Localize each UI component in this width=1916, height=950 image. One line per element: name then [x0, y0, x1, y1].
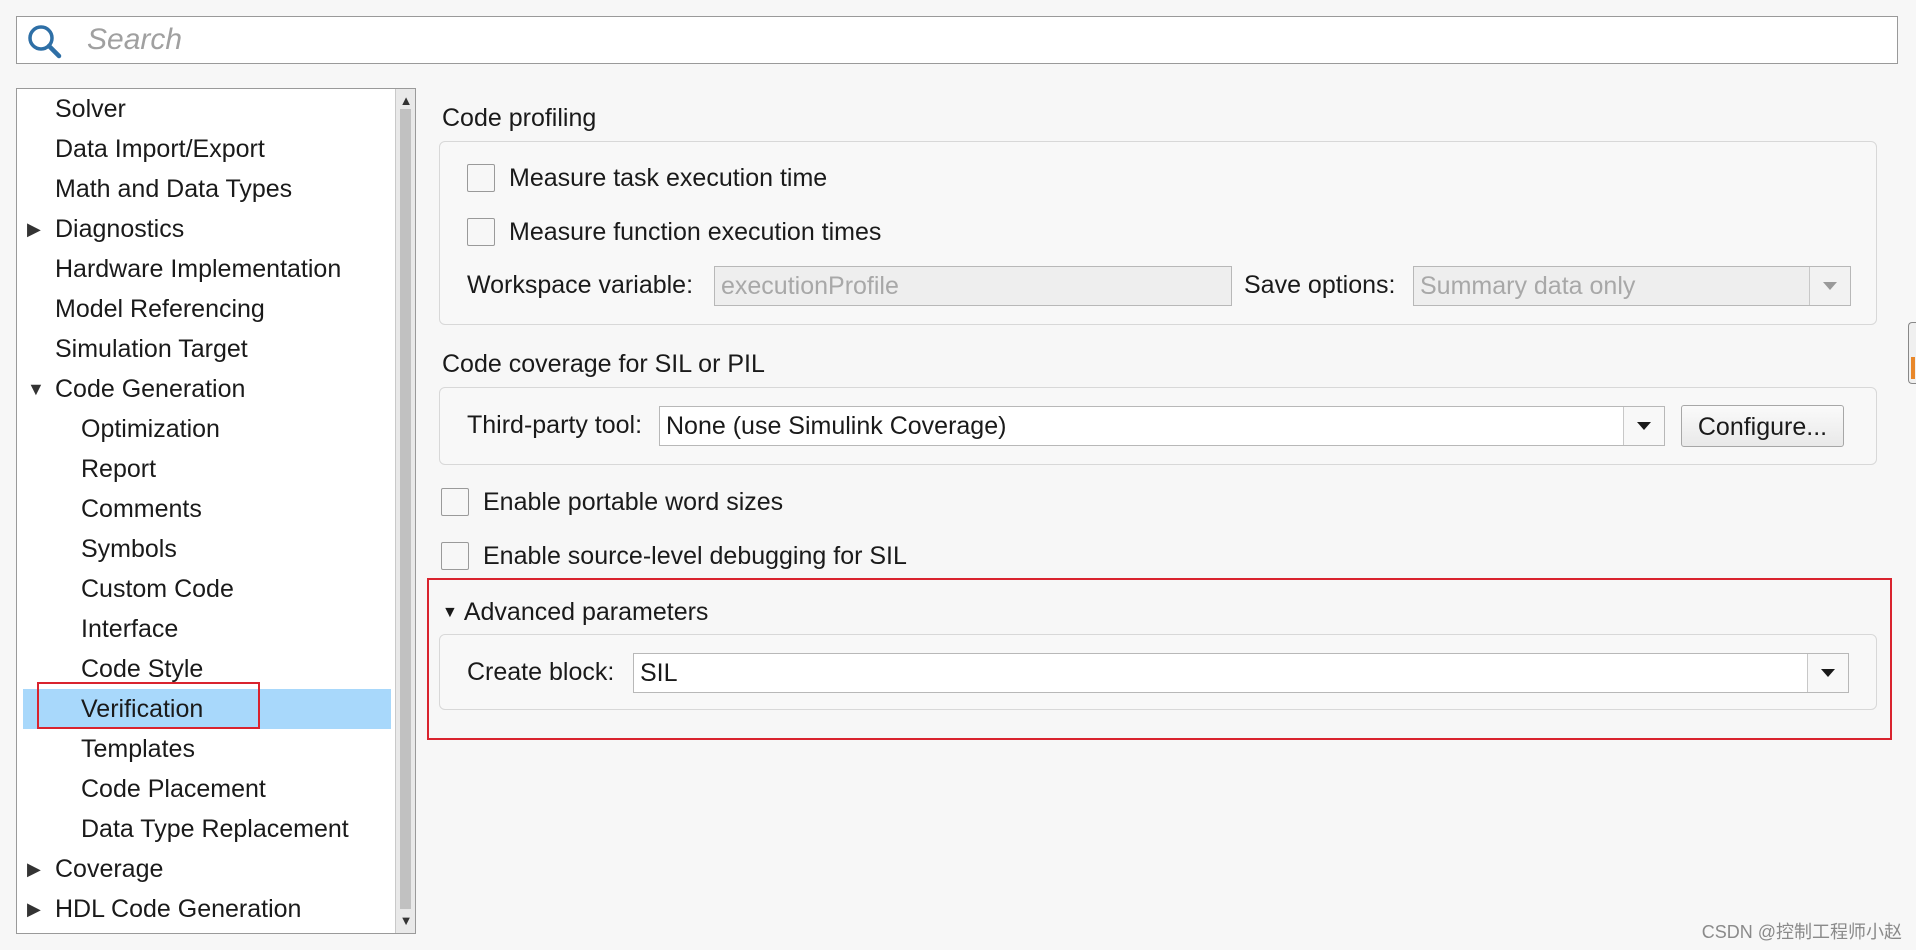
advanced-parameters-group: Create block: SIL [439, 634, 1877, 710]
code-profiling-group: Measure task execution time Measure func… [439, 141, 1877, 325]
tree-item-interface[interactable]: Interface [81, 609, 178, 649]
measure-function-label: Measure function execution times [509, 218, 882, 246]
save-options-value: Summary data only [1420, 272, 1636, 300]
tree-item-verification[interactable]: Verification [81, 689, 203, 729]
tree-item-data-import-export[interactable]: Data Import/Export [55, 129, 265, 169]
tree-item-model-referencing[interactable]: Model Referencing [55, 289, 265, 329]
tree-item-code-style[interactable]: Code Style [81, 649, 203, 689]
expand-arrow-icon[interactable]: ▶ [27, 849, 43, 889]
code-profiling-title: Code profiling [442, 104, 597, 132]
tree-item-coverage[interactable]: ▶ Coverage [17, 849, 163, 889]
save-options-select[interactable]: Summary data only [1413, 266, 1851, 306]
create-block-dropdown-button[interactable] [1807, 654, 1848, 692]
tree-item-diagnostics[interactable]: ▶ Diagnostics [17, 209, 184, 249]
third-party-tool-dropdown-button[interactable] [1623, 407, 1664, 445]
save-options-dropdown-button[interactable] [1809, 267, 1850, 305]
third-party-tool-label: Third-party tool: [467, 411, 643, 439]
code-coverage-title: Code coverage for SIL or PIL [442, 350, 765, 378]
search-input[interactable] [71, 17, 1887, 63]
collapse-arrow-icon: ▼ [442, 604, 458, 621]
save-options-label: Save options: [1244, 271, 1396, 299]
portable-word-sizes-label: Enable portable word sizes [483, 488, 784, 516]
search-icon [28, 25, 62, 59]
side-panel-handle[interactable] [1908, 322, 1916, 384]
expand-arrow-icon[interactable]: ▶ [27, 889, 43, 929]
workspace-variable-field[interactable]: executionProfile [714, 266, 1232, 306]
scroll-down-icon[interactable]: ▼ [396, 911, 415, 931]
tree-item-custom-code[interactable]: Custom Code [81, 569, 234, 609]
tree-item-optimization[interactable]: Optimization [81, 409, 220, 449]
chevron-down-icon [1637, 422, 1651, 430]
tree-item-simulation-target[interactable]: Simulation Target [55, 329, 248, 369]
category-tree: Solver Data Import/Export Math and Data … [16, 88, 416, 934]
tree-item-hdl-code-generation[interactable]: ▶ HDL Code Generation [17, 889, 301, 929]
tree-item-symbols[interactable]: Symbols [81, 529, 177, 569]
code-coverage-group: Third-party tool: None (use Simulink Cov… [439, 387, 1877, 465]
tree-item-comments[interactable]: Comments [81, 489, 202, 529]
source-level-debugging-checkbox[interactable] [441, 542, 469, 570]
scrollbar-thumb[interactable] [400, 109, 411, 909]
create-block-label: Create block: [467, 658, 615, 686]
handle-accent [1911, 357, 1915, 379]
configure-button[interactable]: Configure... [1681, 405, 1844, 447]
tree-item-solver[interactable]: Solver [55, 89, 126, 129]
portable-word-sizes-checkbox[interactable] [441, 488, 469, 516]
chevron-down-icon [1823, 282, 1837, 290]
expand-arrow-icon[interactable]: ▶ [27, 209, 43, 249]
source-level-debugging-label: Enable source-level debugging for SIL [483, 542, 907, 570]
create-block-value: SIL [640, 659, 678, 687]
watermark-text: CSDN @控制工程师小赵 [1701, 922, 1902, 942]
measure-function-checkbox[interactable] [467, 218, 495, 246]
tree-item-hardware-implementation[interactable]: Hardware Implementation [55, 249, 341, 289]
advanced-parameters-title: Advanced parameters [463, 598, 709, 626]
tree-item-math-and-data-types[interactable]: Math and Data Types [55, 169, 292, 209]
tree-item-code-placement[interactable]: Code Placement [81, 769, 266, 809]
create-block-select[interactable]: SIL [633, 653, 1849, 693]
tree-item-templates[interactable]: Templates [81, 729, 195, 769]
chevron-down-icon [1821, 669, 1835, 677]
tree-item-code-generation[interactable]: ▼ Code Generation [17, 369, 245, 409]
tree-selection-highlight [23, 689, 391, 729]
advanced-parameters-toggle[interactable]: ▼ Advanced parameters [442, 598, 708, 627]
third-party-tool-select[interactable]: None (use Simulink Coverage) [659, 406, 1665, 446]
measure-task-label: Measure task execution time [509, 164, 828, 192]
scroll-up-icon[interactable]: ▲ [396, 91, 415, 111]
measure-task-checkbox[interactable] [467, 164, 495, 192]
tree-scrollbar[interactable]: ▲ ▼ [395, 89, 415, 933]
tree-item-data-type-replacement[interactable]: Data Type Replacement [81, 809, 349, 849]
third-party-tool-value: None (use Simulink Coverage) [666, 412, 1007, 440]
search-bar[interactable] [16, 16, 1898, 64]
workspace-variable-label: Workspace variable: [467, 271, 694, 299]
collapse-arrow-icon[interactable]: ▼ [27, 369, 45, 409]
tree-item-report[interactable]: Report [81, 449, 156, 489]
